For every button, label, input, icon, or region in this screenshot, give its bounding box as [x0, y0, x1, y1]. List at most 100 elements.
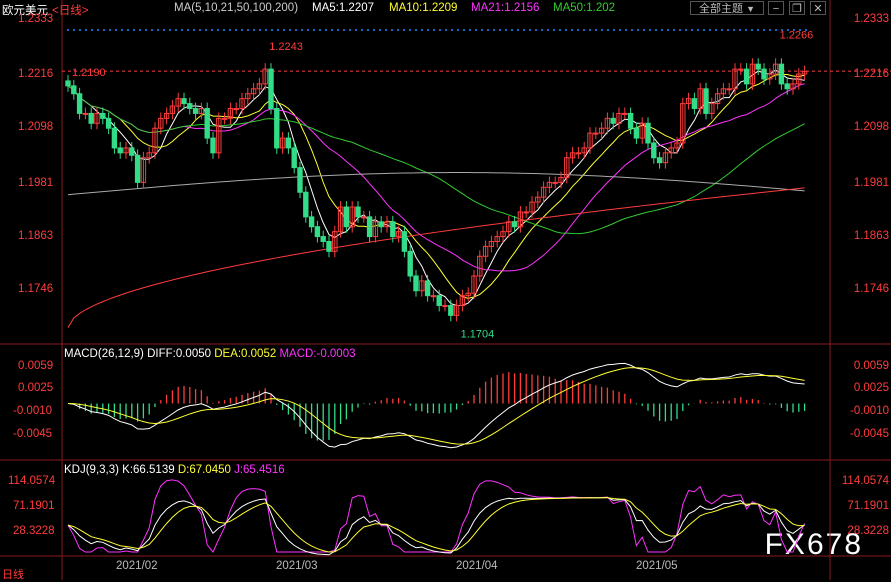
candle-body	[320, 236, 326, 242]
event-dot	[265, 29, 267, 31]
event-dot	[193, 29, 195, 31]
candle-body	[645, 122, 651, 144]
event-dot	[517, 29, 519, 31]
event-dot	[151, 29, 153, 31]
kdj-j-line	[67, 479, 806, 553]
event-dot	[697, 29, 699, 31]
event-dot	[535, 29, 537, 31]
candle-body	[656, 157, 663, 164]
event-dot	[313, 29, 315, 31]
candle-body	[343, 206, 350, 228]
price-annotation: 1.2243	[269, 41, 303, 53]
candle-body	[390, 221, 396, 238]
event-dot	[553, 29, 555, 31]
event-dot	[529, 29, 531, 31]
event-dot	[67, 29, 69, 31]
event-dot	[445, 29, 447, 31]
candle-body	[424, 280, 431, 297]
candle-body	[448, 305, 454, 316]
event-dot	[79, 29, 81, 31]
event-dot	[175, 29, 177, 31]
event-dot	[763, 29, 765, 31]
event-dot	[235, 29, 237, 31]
candle-body	[627, 112, 634, 129]
candle-body	[100, 112, 106, 119]
event-dot	[727, 29, 729, 31]
event-dot	[229, 29, 231, 31]
event-dot	[157, 29, 159, 31]
event-dot	[775, 29, 777, 31]
event-dot	[307, 29, 309, 31]
event-dot	[355, 29, 357, 31]
candle-body	[88, 112, 94, 124]
candle-body	[192, 108, 199, 114]
candle-body	[366, 216, 373, 238]
event-dot	[715, 29, 717, 31]
candle-body	[291, 147, 297, 169]
candle-body	[523, 211, 529, 214]
candle-body	[71, 85, 77, 95]
event-dot	[385, 29, 387, 31]
event-dot	[85, 29, 87, 31]
candle-body	[726, 88, 732, 91]
event-dot	[619, 29, 621, 31]
candle-body	[210, 137, 216, 154]
candle-body	[703, 88, 709, 114]
event-dot	[163, 29, 165, 31]
event-dot	[481, 29, 483, 31]
event-dot	[625, 29, 627, 31]
event-dot	[559, 29, 561, 31]
candle-body	[134, 154, 141, 183]
event-dot	[667, 29, 669, 31]
event-dot	[397, 29, 399, 31]
candle-body	[76, 93, 83, 114]
event-dot	[289, 29, 291, 31]
event-dot	[679, 29, 681, 31]
candle-body	[575, 152, 582, 155]
event-dot	[487, 29, 489, 31]
event-dot	[649, 29, 651, 31]
event-dot	[733, 29, 735, 31]
chart-canvas[interactable]: 1.2190 1.2243 1.1704 1.2266	[0, 0, 891, 580]
price-annotation: 1.2190	[72, 67, 106, 79]
event-dot	[439, 29, 441, 31]
event-dot	[211, 29, 213, 31]
event-dot	[511, 29, 513, 31]
event-dot	[139, 29, 141, 31]
event-dot	[295, 29, 297, 31]
event-dot	[469, 29, 471, 31]
event-dot	[409, 29, 411, 31]
candle-body	[303, 191, 309, 218]
candle-body	[233, 108, 239, 111]
event-dot	[631, 29, 633, 31]
event-dot	[601, 29, 603, 31]
event-dot	[379, 29, 381, 31]
event-dot	[331, 29, 333, 31]
event-dot	[463, 29, 465, 31]
event-dot	[493, 29, 495, 31]
event-dot	[709, 29, 711, 31]
event-dot	[199, 29, 201, 31]
event-dot	[655, 29, 657, 31]
candle-body	[308, 216, 315, 228]
event-dot	[109, 29, 111, 31]
event-dot	[253, 29, 255, 31]
candle-body	[743, 68, 750, 85]
macd-dea-line	[67, 367, 805, 445]
event-dot	[547, 29, 549, 31]
candle-body	[778, 63, 785, 85]
candle-body	[430, 295, 437, 298]
ma100-line	[67, 172, 805, 196]
event-dot	[187, 29, 189, 31]
event-dot	[685, 29, 687, 31]
event-dot	[247, 29, 249, 31]
candle-body	[326, 240, 332, 252]
event-dot	[745, 29, 747, 31]
event-dot	[283, 29, 285, 31]
event-dot	[541, 29, 543, 31]
event-dot	[319, 29, 321, 31]
candle-body	[117, 147, 123, 154]
event-dot	[127, 29, 129, 31]
event-dot	[121, 29, 123, 31]
price-annotation: 1.2266	[780, 29, 814, 41]
